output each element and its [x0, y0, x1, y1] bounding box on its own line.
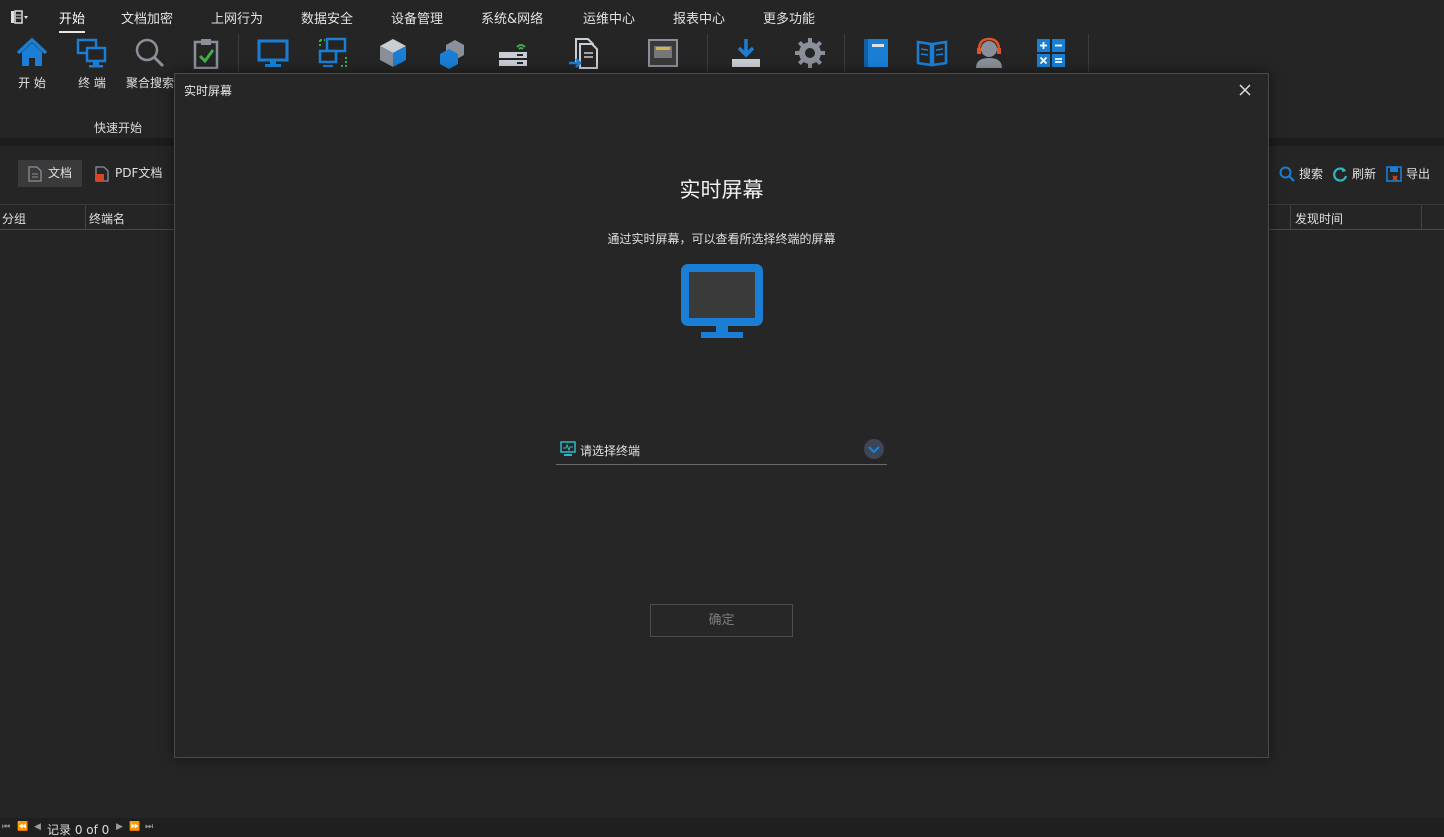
column-divider[interactable]: [1290, 205, 1291, 230]
column-divider[interactable]: [85, 205, 86, 230]
export-save-icon: [1386, 166, 1402, 182]
monitor-icon: [681, 264, 763, 338]
ribbon-separator: [844, 34, 845, 72]
download-tray-icon: [732, 39, 760, 67]
tab-document-label: 文档: [48, 166, 73, 180]
ribbon-separator: [1088, 34, 1089, 72]
refresh-icon: [1333, 167, 1348, 182]
prev-page-icon[interactable]: ◀: [34, 822, 41, 832]
dialog-heading: 实时屏幕: [679, 178, 764, 202]
hexagon-cluster-icon: [440, 40, 464, 69]
realtime-screen-dialog: 实时屏幕 实时屏幕 通过实时屏幕，可以查看所选择终端的屏幕 请选择终端 确定: [174, 73, 1269, 758]
network-monitors-icon: [318, 37, 347, 67]
next-page-icon[interactable]: ▶: [116, 822, 123, 832]
status-bar: ⏮ ⏪ ◀ 记录 0 of 0 ▶ ⏩ ⏭: [0, 818, 1444, 837]
close-icon[interactable]: [1237, 82, 1253, 98]
menu-device-management[interactable]: 设备管理: [391, 8, 443, 27]
pdf-icon: [95, 166, 109, 182]
router-icon: [499, 44, 527, 66]
confirm-button[interactable]: 确定: [650, 604, 793, 637]
dialog-title: 实时屏幕: [184, 84, 233, 98]
terminals-icon: [76, 38, 107, 68]
menu-web-behavior[interactable]: 上网行为: [211, 8, 263, 27]
document-transfer-icon: [569, 38, 598, 69]
clipboard-check-icon: [193, 39, 219, 69]
menu-start[interactable]: 开始: [59, 8, 86, 33]
monitor-icon: [257, 39, 289, 67]
start-button[interactable]: 开 始: [8, 34, 56, 94]
next-page-group-icon[interactable]: ⏩: [129, 822, 140, 832]
search-tool-button[interactable]: 搜索: [1279, 164, 1323, 184]
terminal-monitor-icon: [560, 441, 576, 456]
search-tool-label: 搜索: [1299, 167, 1324, 181]
menu-more-features[interactable]: 更多功能: [763, 8, 815, 27]
book-icon: [864, 39, 888, 67]
ribbon-separator: [238, 34, 239, 72]
ribbon-group-label: 快速开始: [94, 121, 143, 135]
app-menu-icon[interactable]: [10, 9, 30, 25]
menu-data-security[interactable]: 数据安全: [301, 8, 353, 27]
document-icon: [28, 166, 42, 182]
open-book-icon: [916, 40, 948, 67]
first-page-icon[interactable]: ⏮: [2, 822, 10, 832]
menu-report-center[interactable]: 报表中心: [673, 8, 725, 27]
menu-ops-center[interactable]: 运维中心: [583, 8, 635, 27]
search-icon: [1279, 166, 1295, 182]
column-header-discovery-time[interactable]: 发现时间: [1295, 210, 1343, 227]
menu-bar: 开始 文档加密 上网行为 数据安全 设备管理 系统&网络 运维中心 报表中心 更…: [0, 0, 1444, 34]
calculator-icon: [1037, 39, 1065, 67]
export-button[interactable]: 导出: [1386, 164, 1430, 184]
prev-page-group-icon[interactable]: ⏪: [17, 822, 28, 832]
search-icon: [135, 38, 165, 68]
tab-document[interactable]: 文档: [18, 160, 83, 187]
start-label: 开 始: [18, 76, 46, 90]
aggregate-search-button[interactable]: 聚合搜索: [126, 34, 174, 94]
menu-system-network[interactable]: 系统&网络: [481, 8, 543, 27]
terminal-button[interactable]: 终 端: [68, 34, 116, 94]
tab-pdf-document[interactable]: PDF文档: [85, 160, 172, 187]
menu-doc-encrypt[interactable]: 文档加密: [121, 8, 173, 27]
dialog-description: 通过实时屏幕，可以查看所选择终端的屏幕: [607, 232, 836, 246]
record-count: 记录 0 of 0: [47, 823, 110, 837]
chevron-down-icon[interactable]: [863, 438, 885, 460]
tab-pdf-label: PDF文档: [115, 166, 163, 180]
column-divider[interactable]: [1421, 205, 1422, 230]
home-icon: [16, 37, 48, 66]
ethernet-port-icon: [648, 39, 678, 67]
column-header-group[interactable]: 分组: [2, 210, 26, 227]
refresh-button[interactable]: 刷新: [1332, 164, 1376, 184]
terminal-select-placeholder: 请选择终端: [580, 444, 641, 458]
column-header-terminal-name[interactable]: 终端名: [89, 210, 125, 227]
last-page-icon[interactable]: ⏭: [145, 822, 153, 832]
export-label: 导出: [1406, 167, 1431, 181]
gear-icon: [795, 38, 825, 68]
ribbon-separator: [707, 34, 708, 72]
cube-icon: [380, 39, 406, 67]
customer-support-icon: [976, 37, 1002, 68]
refresh-label: 刷新: [1352, 167, 1377, 181]
terminal-select[interactable]: 请选择终端: [556, 436, 887, 465]
